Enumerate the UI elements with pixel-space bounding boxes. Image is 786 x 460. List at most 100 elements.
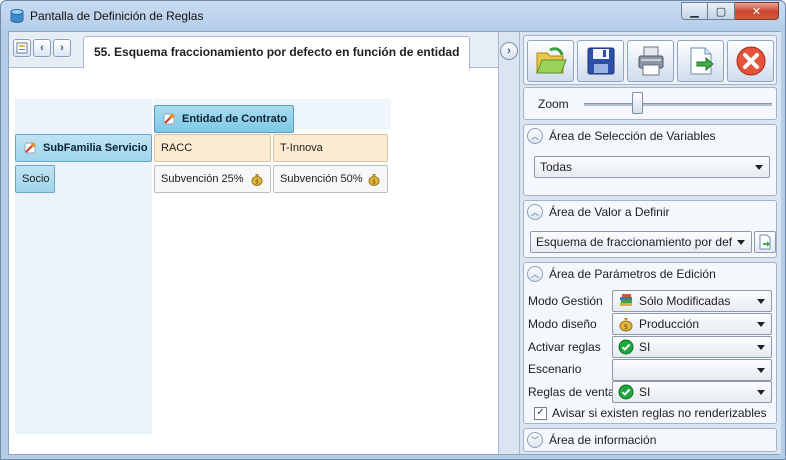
dropdown-arrow-icon bbox=[757, 345, 765, 350]
minimize-button[interactable]: ▁ bbox=[681, 2, 708, 20]
modo-diseno-select[interactable]: $ Producción bbox=[612, 313, 772, 335]
activar-reglas-select[interactable]: SI bbox=[612, 336, 772, 358]
rule-cell-value: Subvención 50% bbox=[280, 173, 363, 185]
document-export-icon bbox=[759, 234, 771, 250]
zoom-slider[interactable] bbox=[584, 103, 772, 106]
variable-icon bbox=[24, 142, 36, 154]
dropdown-arrow-icon bbox=[757, 322, 765, 327]
rule-cell-tinnova-socio[interactable]: Subvención 50% $ bbox=[273, 165, 388, 193]
params-panel: ︿ Área de Parámetros de Edición Modo Ges… bbox=[523, 262, 777, 424]
row-header-subfamilia[interactable]: SubFamilia Servicio bbox=[15, 134, 152, 162]
open-folder-icon bbox=[535, 47, 567, 74]
escenario-label: Escenario bbox=[528, 362, 582, 376]
collapse-chevron-icon[interactable]: ︿ bbox=[527, 266, 543, 282]
save-icon bbox=[587, 47, 614, 75]
save-button[interactable] bbox=[577, 40, 624, 82]
activar-reglas-value: SI bbox=[639, 340, 651, 354]
row-value-socio[interactable]: Socio bbox=[15, 165, 55, 193]
minimize-icon: ▁ bbox=[690, 5, 699, 18]
chevron-left-icon: ‹ bbox=[40, 42, 44, 54]
chevron-right-icon: › bbox=[507, 45, 511, 57]
svg-text:$: $ bbox=[372, 179, 376, 186]
tab-next-button[interactable]: › bbox=[53, 39, 71, 57]
rule-cell-value: Subvención 25% bbox=[161, 173, 244, 185]
variables-panel: ︿ Área de Selección de Variables Todas bbox=[523, 124, 777, 196]
dropdown-arrow-icon bbox=[737, 240, 745, 245]
value-area-select-value: Esquema de fraccionamiento por def bbox=[536, 235, 733, 249]
edit-value-button[interactable] bbox=[754, 231, 776, 253]
tab-strip: ‹ › 55. Esquema fraccionamiento por defe… bbox=[9, 32, 498, 69]
modo-gestion-label: Modo Gestión bbox=[528, 294, 603, 308]
variables-panel-title: Área de Selección de Variables bbox=[549, 129, 716, 143]
info-panel: ﹀ Área de información bbox=[523, 428, 777, 452]
close-window-button[interactable]: ✕ bbox=[735, 2, 779, 20]
cancel-button[interactable] bbox=[727, 40, 774, 82]
tab-prev-button[interactable]: ‹ bbox=[33, 39, 51, 57]
column-value-label: T-Innova bbox=[280, 142, 323, 154]
column-value-label: RACC bbox=[161, 142, 193, 154]
escenario-select[interactable] bbox=[612, 359, 772, 381]
column-header-label: Entidad de Contrato bbox=[182, 113, 288, 125]
money-bag-icon: $ bbox=[251, 174, 263, 186]
open-button[interactable] bbox=[527, 40, 574, 82]
collapse-chevron-icon[interactable]: ︿ bbox=[527, 128, 543, 144]
variables-select-value: Todas bbox=[540, 160, 573, 174]
toolbar bbox=[523, 35, 777, 85]
client-area: ‹ › 55. Esquema fraccionamiento por defe… bbox=[8, 31, 781, 455]
dropdown-arrow-icon bbox=[757, 299, 765, 304]
title-bar[interactable]: Pantalla de Definición de Reglas ▁ ▢ ✕ bbox=[1, 1, 785, 31]
zoom-label: Zoom bbox=[538, 97, 569, 111]
variable-icon bbox=[163, 113, 175, 125]
modo-gestion-value: Sólo Modificadas bbox=[639, 294, 731, 308]
column-value-t-innova[interactable]: T-Innova bbox=[273, 134, 388, 162]
collapse-panel-button[interactable]: › bbox=[500, 42, 518, 60]
params-panel-title: Área de Parámetros de Edición bbox=[549, 267, 716, 281]
row-value-label: Socio bbox=[22, 173, 50, 185]
money-bag-icon: $ bbox=[368, 174, 380, 186]
dropdown-arrow-icon bbox=[755, 165, 763, 170]
chevron-right-icon: › bbox=[60, 42, 64, 54]
window-title: Pantalla de Definición de Reglas bbox=[30, 9, 204, 23]
reglas-venta-select[interactable]: SI bbox=[612, 381, 772, 403]
right-panel: Zoom ︿ Área de Selección de Variables To… bbox=[520, 32, 781, 454]
rule-grid: Entidad de Contrato SubFamilia Servicio … bbox=[9, 69, 498, 454]
maximize-icon: ▢ bbox=[715, 5, 727, 18]
column-value-racc[interactable]: RACC bbox=[154, 134, 271, 162]
activar-reglas-label: Activar reglas bbox=[528, 340, 601, 354]
zoom-slider-thumb[interactable] bbox=[632, 92, 643, 114]
print-button[interactable] bbox=[627, 40, 674, 82]
dropdown-arrow-icon bbox=[757, 368, 765, 373]
value-area-select[interactable]: Esquema de fraccionamiento por def bbox=[530, 231, 752, 253]
collapse-chevron-icon[interactable]: ︿ bbox=[527, 204, 543, 220]
modo-diseno-label: Modo diseño bbox=[528, 317, 597, 331]
modo-diseno-value: Producción bbox=[639, 317, 700, 331]
maximize-button[interactable]: ▢ bbox=[708, 2, 735, 20]
panel-splitter[interactable]: › bbox=[498, 32, 520, 454]
expand-chevron-icon[interactable]: ﹀ bbox=[527, 432, 543, 448]
avisar-checkbox-row[interactable]: ✓ Avisar si existen reglas no renderizab… bbox=[534, 406, 767, 420]
export-button[interactable] bbox=[677, 40, 724, 82]
document-list-icon bbox=[16, 42, 28, 54]
rule-editor: ‹ › 55. Esquema fraccionamiento por defe… bbox=[9, 32, 498, 454]
cancel-icon bbox=[736, 46, 765, 76]
tab-menu-button[interactable] bbox=[13, 39, 31, 57]
variables-select[interactable]: Todas bbox=[534, 156, 770, 178]
close-icon: ✕ bbox=[751, 5, 762, 18]
column-header-entidad[interactable]: Entidad de Contrato bbox=[154, 105, 294, 133]
tab-rule-55[interactable]: 55. Esquema fraccionamiento por defecto … bbox=[83, 36, 471, 69]
app-window: Pantalla de Definición de Reglas ▁ ▢ ✕ ‹… bbox=[0, 0, 786, 460]
svg-text:$: $ bbox=[255, 179, 259, 186]
value-area-panel: ︿ Área de Valor a Definir Esquema de fra… bbox=[523, 200, 777, 258]
zoom-box: Zoom bbox=[523, 87, 777, 120]
value-area-title: Área de Valor a Definir bbox=[549, 205, 670, 219]
reglas-venta-label: Reglas de venta bbox=[528, 385, 615, 399]
info-panel-title: Área de información bbox=[549, 433, 657, 447]
check-circle-icon bbox=[618, 384, 634, 400]
database-icon bbox=[10, 9, 24, 24]
books-icon bbox=[620, 294, 632, 306]
rule-cell-racc-socio[interactable]: Subvención 25% $ bbox=[154, 165, 271, 193]
modo-gestion-select[interactable]: Sólo Modificadas bbox=[612, 290, 772, 312]
row-header-label: SubFamilia Servicio bbox=[43, 142, 148, 154]
avisar-checkbox[interactable]: ✓ bbox=[534, 406, 547, 420]
check-circle-icon bbox=[618, 339, 634, 355]
